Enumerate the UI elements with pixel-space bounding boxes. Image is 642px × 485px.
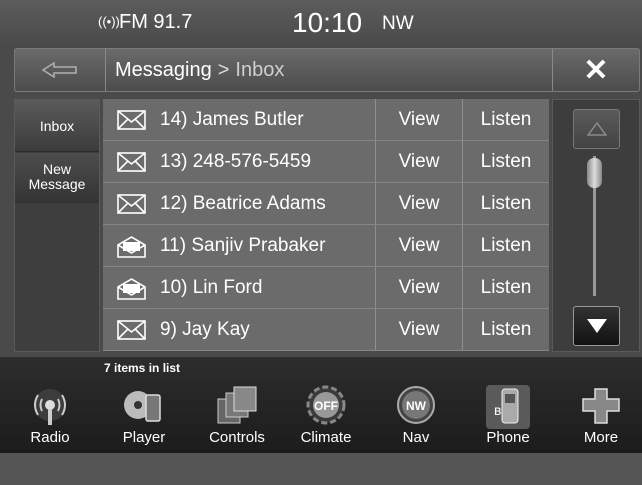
listen-button[interactable]: Listen xyxy=(463,99,549,140)
message-name-cell[interactable]: 9) Jay Kay xyxy=(103,309,376,350)
nav-nav[interactable]: NW Nav xyxy=(376,381,456,451)
clock: 10:10 xyxy=(292,7,363,38)
nav-compass-icon: NW xyxy=(397,386,435,424)
breadcrumb-section[interactable]: Messaging xyxy=(115,59,212,81)
nav-controls-label: Controls xyxy=(209,429,265,446)
view-button[interactable]: View xyxy=(376,183,463,224)
phone-icon: ʙ xyxy=(486,385,530,429)
radio-station[interactable]: FM 91.7 xyxy=(119,11,192,34)
footer-strip xyxy=(0,453,642,485)
listen-button[interactable]: Listen xyxy=(463,141,549,182)
breadcrumb-current: Inbox xyxy=(235,59,285,81)
scroll-up-button[interactable] xyxy=(573,109,620,149)
triangle-up-icon xyxy=(586,122,607,136)
listen-button[interactable]: Listen xyxy=(463,183,549,224)
list-item[interactable]: 9) Jay Kay View Listen xyxy=(103,309,549,351)
view-button[interactable]: View xyxy=(376,267,463,308)
nav-more-label: More xyxy=(583,429,619,446)
scroll-thumb[interactable] xyxy=(587,158,602,188)
message-name-cell[interactable]: 11) Sanjiv Prabaker xyxy=(103,225,376,266)
radio-signal-icon: ((•)) xyxy=(98,14,120,29)
status-bar: ((•)) FM 91.7 10:10 NW xyxy=(0,0,642,46)
message-sender: 9) Jay Kay xyxy=(160,319,250,340)
breadcrumb-separator: > xyxy=(217,59,230,81)
bottom-nav-bar: 7 items in list Radio Player Controls OF… xyxy=(0,357,642,453)
envelope-closed-icon xyxy=(117,110,146,130)
message-sender: 13) 248-576-5459 xyxy=(160,151,312,172)
tab-new-message[interactable]: New Message xyxy=(15,153,99,203)
side-tabs: Inbox New Message xyxy=(14,99,100,352)
nav-player[interactable]: Player xyxy=(104,381,184,451)
triangle-down-icon xyxy=(586,319,607,333)
listen-button[interactable]: Listen xyxy=(463,225,549,266)
player-icon xyxy=(124,391,161,422)
tab-new-message-line2: Message xyxy=(28,176,86,192)
message-name-cell[interactable]: 13) 248-576-5459 xyxy=(103,141,376,182)
view-button[interactable]: View xyxy=(376,99,463,140)
nav-player-label: Player xyxy=(122,429,166,446)
header-bar: Messaging > Inbox ✕ xyxy=(14,48,640,92)
nav-phone[interactable]: ʙ Phone xyxy=(468,381,548,451)
nav-controls[interactable]: Controls xyxy=(197,381,277,451)
nav-nav-label: Nav xyxy=(402,429,430,446)
message-sender: 14) James Butler xyxy=(160,109,304,130)
envelope-closed-icon xyxy=(117,152,146,172)
message-sender: 11) Sanjiv Prabaker xyxy=(160,235,326,256)
view-button[interactable]: View xyxy=(376,309,463,350)
nav-phone-label: Phone xyxy=(486,429,530,446)
view-button[interactable]: View xyxy=(376,225,463,266)
controls-icon xyxy=(217,386,257,424)
envelope-closed-icon xyxy=(117,320,146,340)
list-item[interactable]: 12) Beatrice Adams View Listen xyxy=(103,183,549,225)
view-button[interactable]: View xyxy=(376,141,463,182)
envelope-closed-icon xyxy=(117,194,146,214)
back-arrow-icon xyxy=(42,62,77,78)
svg-text:ʙ: ʙ xyxy=(494,402,501,418)
more-icon xyxy=(582,388,620,424)
list-item[interactable]: 14) James Butler View Listen xyxy=(103,99,549,141)
nav-radio[interactable]: Radio xyxy=(10,381,90,451)
nav-radio-label: Radio xyxy=(30,429,70,446)
envelope-open-icon xyxy=(117,236,146,258)
radio-icon xyxy=(34,389,66,425)
list-item[interactable]: 11) Sanjiv Prabaker View Listen xyxy=(103,225,549,267)
close-icon: ✕ xyxy=(583,53,609,87)
uconnect-screen: ((•)) FM 91.7 10:10 NW Messaging > Inbox ✕… xyxy=(0,0,642,485)
listen-button[interactable]: Listen xyxy=(463,309,549,350)
climate-icon-text: OFF xyxy=(314,399,338,413)
breadcrumb: Messaging > Inbox xyxy=(115,59,284,82)
list-item[interactable]: 10) Lin Ford View Listen xyxy=(103,267,549,309)
listen-button[interactable]: Listen xyxy=(463,267,549,308)
list-item[interactable]: 13) 248-576-5459 View Listen xyxy=(103,141,549,183)
close-button[interactable]: ✕ xyxy=(552,49,639,91)
message-list: 14) James Butler View Listen 13) 248-576-54… xyxy=(103,99,549,352)
nav-climate[interactable]: OFF Climate xyxy=(286,381,366,451)
message-sender: 10) Lin Ford xyxy=(160,277,263,298)
tab-inbox[interactable]: Inbox xyxy=(15,100,99,152)
nav-more[interactable]: More xyxy=(561,381,641,451)
scroll-down-button[interactable] xyxy=(573,306,620,346)
message-name-cell[interactable]: 10) Lin Ford xyxy=(103,267,376,308)
list-count: 7 items in list xyxy=(104,361,181,375)
nav-icon-text: NW xyxy=(406,399,427,413)
scrollbar[interactable] xyxy=(552,99,640,352)
back-button[interactable] xyxy=(15,49,106,91)
compass-heading: NW xyxy=(382,13,414,34)
nav-climate-label: Climate xyxy=(300,429,352,446)
climate-icon: OFF xyxy=(306,385,346,425)
tab-new-message-line1: New xyxy=(42,161,71,177)
message-name-cell[interactable]: 14) James Butler xyxy=(103,99,376,140)
envelope-open-icon xyxy=(117,278,146,300)
message-sender: 12) Beatrice Adams xyxy=(160,193,326,214)
message-name-cell[interactable]: 12) Beatrice Adams xyxy=(103,183,376,224)
